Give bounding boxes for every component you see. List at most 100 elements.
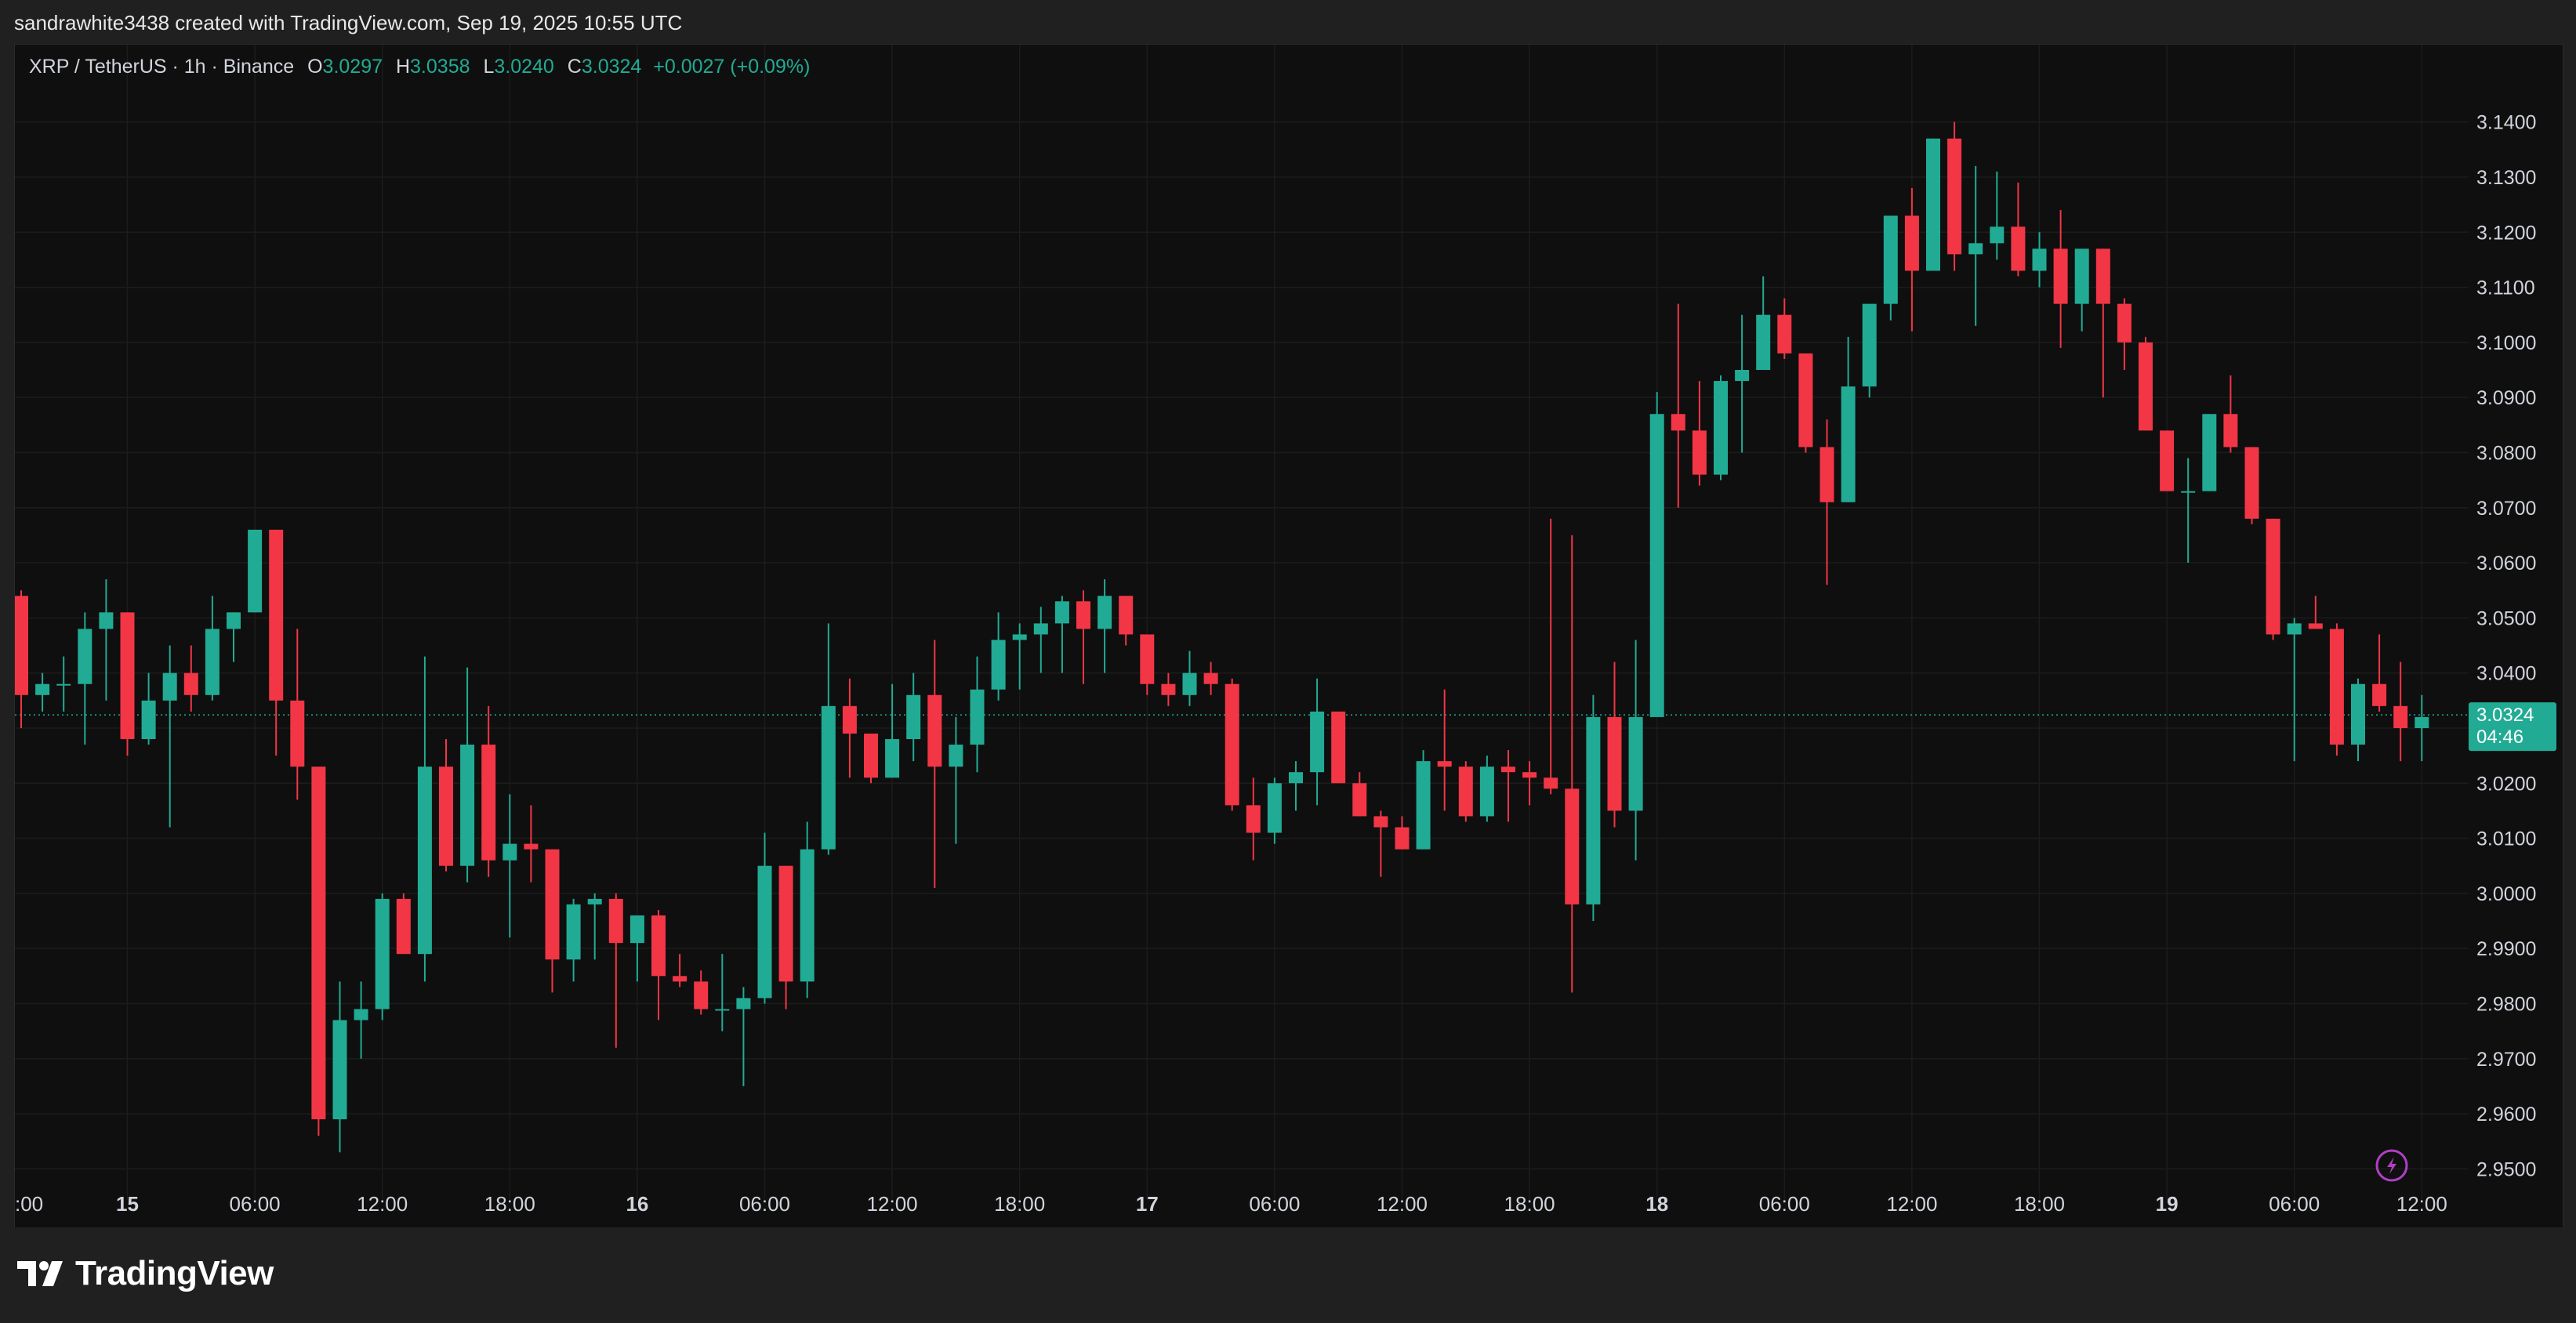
candle [375,893,390,1020]
chart-grid [15,45,2469,1200]
open-label: O [307,56,323,78]
y-tick-label: 2.9900 [2476,938,2536,960]
x-tick-label: 12:00 [867,1192,918,1216]
candle [949,716,963,844]
candle-body [651,915,666,977]
y-tick-label: 3.0800 [2476,442,2536,464]
y-tick-label: 3.1100 [2476,277,2535,299]
candle [1289,761,1303,811]
candle [1714,375,1728,480]
candle [1926,138,1940,271]
candle [78,612,93,745]
candle-body [1947,138,1962,255]
candle-body [906,694,921,740]
candle-body [56,683,71,686]
candle-body [2351,683,2365,745]
candle [1841,336,1856,502]
candle-body [778,865,793,982]
candle [694,970,709,1015]
candle-body [227,612,241,629]
candle [2139,336,2153,431]
candle [183,645,198,712]
candle-body [2244,447,2259,519]
candle [2117,298,2132,371]
candle-body [1054,601,1069,624]
candle [205,596,220,701]
footer: TradingView [0,1227,2576,1323]
candle [2415,694,2429,762]
candle [1501,750,1515,822]
y-tick-label: 2.9700 [2476,1049,2536,1071]
x-tick-label: 12:00 [1886,1192,1937,1216]
candle-body [1098,596,1112,629]
candle [1331,711,1346,784]
candle-body [1862,303,1877,387]
y-tick-label: 3.0700 [2476,498,2536,520]
candle-body [1990,227,2005,244]
candle [1161,672,1176,706]
symbol-name[interactable]: XRP / TetherUS · 1h · Binance [29,56,294,78]
candle-body [417,767,432,955]
candle [2202,414,2217,491]
candle [566,898,581,982]
candle-body [1203,672,1218,684]
price-axis[interactable]: 3.1400 3.1300 3.1200 3.1100 3.1000 3.0900 3.08… [2476,112,2536,1181]
candle-body [15,596,28,695]
candle-body [1798,353,1813,448]
candle-body [1246,805,1261,833]
candle [1098,579,1112,673]
chart-panel[interactable]: 3.1400 3.1300 3.1200 3.1100 3.1000 3.0900 3.08… [14,44,2563,1229]
candle [1182,651,1197,706]
candle [35,672,50,712]
candle-body [205,629,220,695]
time-axis[interactable]: :00 15 06:00 12:00 18:00 16 06:00 12:00 18:00 17 0… [15,1192,2447,1216]
candle [608,893,623,1048]
candle-body [141,700,156,740]
candle [1862,303,1877,398]
close-label: C [567,56,582,78]
y-tick-label: 3.1400 [2476,112,2536,134]
candle-body [1607,716,1622,811]
price-badge-value: 3.0324 [2476,705,2534,726]
candle-body [1565,788,1580,904]
candle [1054,596,1069,673]
candle-body [1373,816,1388,828]
candle [1756,276,1771,371]
x-tick-label: 12:00 [357,1192,408,1216]
candle-body [715,1009,730,1011]
candle-body [991,640,1006,690]
price-badge: 3.0324 04:46 [2469,702,2556,752]
candle-body [1119,596,1134,635]
lightning-icon[interactable] [2375,1149,2408,1182]
candle [227,612,241,662]
x-tick-label: 06:00 [739,1192,790,1216]
x-tick-label: 18:00 [484,1192,535,1216]
x-tick-label: 17 [1136,1192,1159,1216]
candle [141,672,156,745]
tradingview-logo[interactable]: TradingView [17,1254,274,1293]
candle [757,832,772,1004]
candle-body [1714,381,1728,475]
x-tick-label: 18:00 [1504,1192,1555,1216]
candle-body [183,672,198,695]
candle [1586,694,1601,922]
candle-body [864,733,878,778]
candle-body [885,739,900,778]
candle [524,805,539,883]
candle [1033,607,1048,673]
y-tick-label: 3.1200 [2476,222,2536,244]
candlestick-chart[interactable]: 3.1400 3.1300 3.1200 3.1100 3.1000 3.0900 3.08… [15,45,2563,1228]
candle [673,954,688,988]
candle-body [1649,414,1664,717]
x-tick-label: 18 [1645,1192,1668,1216]
candle-body [2095,248,2110,304]
candle [417,656,432,982]
candle-body [2011,227,2026,271]
candle-body [1267,783,1282,833]
candle-body [821,705,836,850]
candle [56,656,71,712]
candle-body [524,843,539,850]
tradingview-logo-icon [17,1261,63,1286]
candle [2032,232,2047,288]
candle [842,678,857,778]
